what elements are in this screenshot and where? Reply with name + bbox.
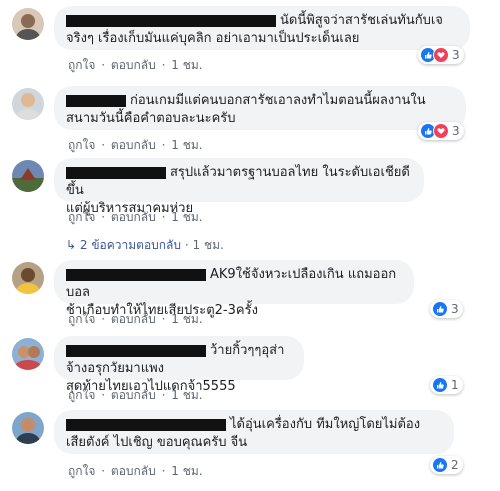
comment-bubble: นัดนี้พิสูจว่าสารัชเล่นทันกับเจ จริงๆ เร…: [54, 6, 470, 50]
like-reaction-icon: [432, 377, 448, 393]
timestamp[interactable]: 1 ชม.: [171, 58, 202, 72]
comment-actions: ถูกใจ · ตอบกลับ · 1 ชม.: [68, 138, 203, 152]
comment-actions: ถูกใจ · ตอบกลับ · 1 ชม.: [68, 464, 203, 478]
reaction-summary[interactable]: 2: [430, 456, 463, 474]
like-link[interactable]: ถูกใจ: [68, 58, 95, 72]
reaction-summary[interactable]: 3: [418, 46, 464, 64]
comment-actions: ถูกใจ · ตอบกลับ · 1 ชม.: [68, 312, 203, 326]
like-link[interactable]: ถูกใจ: [68, 138, 95, 152]
view-replies-link[interactable]: ↳ 2 ข้อความตอบกลับ · 1 ชม.: [66, 236, 224, 255]
redacted-name: [66, 418, 226, 431]
avatar[interactable]: [12, 160, 44, 192]
comment-bubble: AK9ใช้จังหวะเปลืองเกิน แถมออกบอล ช้าเกือ…: [54, 260, 414, 318]
comment-actions: ถูกใจ · ตอบกลับ · 1 ชม.: [68, 388, 203, 402]
replies-count-label: 2 ข้อความตอบกลับ: [79, 238, 182, 252]
reaction-summary[interactable]: 3: [430, 300, 463, 318]
like-reaction-icon: [432, 301, 448, 317]
timestamp[interactable]: 1 ชม.: [171, 210, 202, 224]
love-reaction-icon: [433, 123, 449, 139]
reaction-count: 3: [452, 124, 460, 138]
comment-actions: ถูกใจ · ตอบกลับ · 1 ชม.: [68, 58, 203, 72]
comment-bubble: สรุปแล้วมาตรฐานบอลไทย ในระดับเอเชียดีขึ้…: [54, 158, 424, 216]
comment-bubble: ก่อนเกมมีแต่คนบอกสารัชเอาลงทำไมตอนนี้ผลง…: [54, 86, 466, 130]
like-link[interactable]: ถูกใจ: [68, 312, 95, 326]
reaction-count: 3: [451, 302, 459, 316]
comment-text-line2: สนามวันนี้คือคำตอบละนะครับ: [66, 111, 236, 126]
timestamp[interactable]: 1 ชม.: [171, 312, 202, 326]
redacted-name: [66, 268, 206, 281]
reaction-summary[interactable]: 1: [430, 376, 463, 394]
like-link[interactable]: ถูกใจ: [68, 464, 95, 478]
timestamp[interactable]: 1 ชม.: [171, 388, 202, 402]
comment-text-line1: นัดนี้พิสูจว่าสารัชเล่นทันกับเจ: [280, 13, 443, 28]
redacted-name: [66, 166, 166, 179]
love-reaction-icon: [433, 47, 449, 63]
avatar[interactable]: [12, 262, 44, 294]
timestamp[interactable]: 1 ชม.: [171, 138, 202, 152]
avatar[interactable]: [12, 412, 44, 444]
timestamp[interactable]: 1 ชม.: [171, 464, 202, 478]
avatar[interactable]: [12, 338, 44, 370]
comment-bubble: ว้ายกิ้วๆๆอุส่าจ้างอรุกวัยมาแพง สุดท้ายไ…: [54, 336, 304, 394]
reply-link[interactable]: ตอบกลับ: [111, 58, 156, 72]
comment-text-line2: เสียตังค์ ไปเชิญ ขอบคุณครับ จีน: [66, 435, 248, 450]
avatar[interactable]: [12, 8, 44, 40]
comment-bubble: ได้อุ่นเครื่องกับ ทีมใหญ่โดยไม่ต้อง เสีย…: [54, 410, 454, 454]
replies-timestamp: 1 ชม.: [192, 238, 224, 252]
reply-link[interactable]: ตอบกลับ: [111, 312, 156, 326]
comment-text-line1: ได้อุ่นเครื่องกับ ทีมใหญ่โดยไม่ต้อง: [230, 417, 421, 432]
reaction-summary[interactable]: 3: [418, 122, 464, 140]
comment-actions: ถูกใจ · ตอบกลับ · 1 ชม.: [68, 210, 203, 224]
comment-text-line1: ก่อนเกมมีแต่คนบอกสารัชเอาลงทำไมตอนนี้ผลง…: [130, 93, 426, 108]
like-link[interactable]: ถูกใจ: [68, 210, 95, 224]
reaction-count: 1: [451, 378, 459, 392]
reaction-count: 2: [451, 458, 459, 472]
like-link[interactable]: ถูกใจ: [68, 388, 95, 402]
reply-link[interactable]: ตอบกลับ: [111, 138, 156, 152]
reply-link[interactable]: ตอบกลับ: [111, 210, 156, 224]
redacted-name: [66, 94, 126, 107]
reply-arrow-icon: ↳: [66, 238, 77, 252]
avatar[interactable]: [12, 88, 44, 120]
like-reaction-icon: [432, 457, 448, 473]
reply-link[interactable]: ตอบกลับ: [111, 464, 156, 478]
redacted-name: [66, 14, 276, 27]
redacted-name: [66, 344, 206, 357]
reply-link[interactable]: ตอบกลับ: [111, 388, 156, 402]
reaction-count: 3: [452, 48, 460, 62]
comment-text-line2: จริงๆ เรื่องเก็บมันแค่บุคลิก อย่าเอามาเป…: [66, 31, 360, 46]
